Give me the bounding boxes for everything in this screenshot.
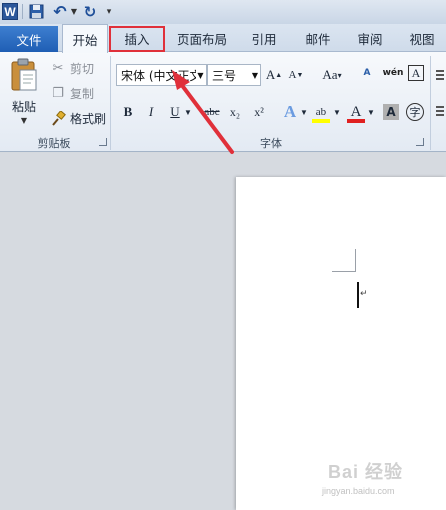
qat-separator (22, 4, 23, 19)
character-shading-button[interactable]: A (383, 104, 399, 120)
customize-qat-icon[interactable]: ▾ (104, 3, 114, 20)
tab-file[interactable]: 文件 (0, 26, 58, 52)
tab-page-layout[interactable]: 页面布局 (170, 24, 234, 52)
align-left-icon-line (436, 114, 444, 116)
scissors-icon: ✂ (52, 60, 64, 76)
cut-button[interactable]: ✂ 剪切 (50, 58, 94, 78)
font-group-label: 字体 (260, 137, 282, 150)
strikethrough-button[interactable]: abc (201, 102, 223, 122)
shrink-font-button[interactable]: A ▼ (286, 65, 306, 85)
font-name-combobox[interactable]: 宋体 (中文正文 ▼ (116, 64, 207, 86)
bullet-list-icon-line (436, 78, 444, 80)
quick-access-toolbar: W ↶ ▼ ↻ ▾ (0, 0, 446, 24)
format-painter-button[interactable]: 格式刷 (50, 108, 106, 128)
paragraph-mark: ↵ (360, 289, 368, 299)
bold-button[interactable]: B (119, 102, 137, 122)
clipboard-group-label: 剪贴板 (37, 137, 71, 150)
phonetic-guide-icon: wén (382, 68, 404, 78)
highlight-dropdown-icon[interactable]: ▼ (333, 102, 341, 122)
watermark-logo: Bai 经验 (328, 462, 404, 482)
font-color-dropdown-icon[interactable]: ▼ (367, 102, 375, 122)
paste-dropdown-icon[interactable]: ▼ (18, 116, 30, 125)
tab-review[interactable]: 审阅 (348, 24, 392, 52)
tab-references[interactable]: 引用 (240, 24, 288, 52)
ribbon-tab-bar: 文件 开始 插入 页面布局 引用 邮件 审阅 视图 (0, 24, 446, 53)
underline-dropdown-icon[interactable]: ▼ (184, 102, 192, 122)
paintbrush-icon (50, 110, 66, 126)
superscript-button[interactable]: x² (250, 102, 268, 122)
group-separator (110, 56, 111, 150)
copy-label: 复制 (70, 86, 95, 101)
font-dialog-launcher-icon[interactable] (416, 138, 424, 146)
character-border-button[interactable]: A (408, 65, 424, 81)
italic-button[interactable]: I (142, 102, 160, 122)
subscript-button[interactable]: x₂ (226, 102, 244, 122)
grow-font-icon: A (265, 67, 276, 82)
font-size-combobox[interactable]: 三号 ▼ (207, 64, 261, 86)
save-icon[interactable] (28, 3, 44, 20)
tab-view[interactable]: 视图 (400, 24, 444, 52)
clear-formatting-icon: A (363, 68, 371, 78)
tab-insert[interactable]: 插入 (112, 24, 162, 52)
redo-icon[interactable]: ↻ (82, 3, 98, 21)
group-separator (430, 56, 431, 150)
clipboard-icon (11, 58, 37, 91)
bullet-list-icon[interactable] (436, 70, 444, 72)
change-case-icon: Aa (322, 67, 338, 82)
text-cursor (357, 282, 359, 308)
copy-button[interactable]: ❐ 复制 (50, 83, 94, 103)
font-size-dropdown-icon[interactable]: ▼ (252, 65, 258, 85)
change-case-button[interactable]: Aa ▾ (318, 65, 346, 85)
cut-label: 剪切 (70, 61, 95, 76)
highlight-color-swatch (312, 119, 330, 123)
watermark-url: jingyan.baidu.com (322, 486, 395, 496)
tab-home[interactable]: 开始 (62, 24, 108, 53)
ribbon-home: 粘贴 ▼ ✂ 剪切 ❐ 复制 格式刷 剪贴板 宋体 (中文正文 ▼ 三号 ▼ A… (0, 52, 446, 152)
font-name-dropdown-icon[interactable]: ▼ (196, 65, 205, 85)
align-left-icon-line (436, 110, 444, 112)
clipboard-dialog-launcher-icon[interactable] (99, 138, 107, 146)
font-size-value: 三号 (212, 68, 237, 83)
align-left-icon[interactable] (436, 106, 444, 108)
undo-icon[interactable]: ↶ (51, 2, 69, 21)
paragraph-group-partial (432, 56, 446, 150)
font-color-swatch (347, 119, 365, 123)
grow-font-button[interactable]: A ▲ (264, 65, 284, 85)
tab-mailings[interactable]: 邮件 (294, 24, 342, 52)
underline-button[interactable]: U (166, 102, 184, 122)
bullet-list-icon-line (436, 74, 444, 76)
paste-button[interactable]: 粘贴 ▼ (4, 56, 44, 130)
margin-corner-mark (332, 271, 356, 272)
paste-label: 粘贴 (11, 100, 36, 114)
font-name-value: 宋体 (中文正文 (121, 68, 202, 83)
word-logo-icon[interactable]: W (2, 3, 18, 20)
character-border-icon: A (411, 65, 421, 80)
format-painter-label: 格式刷 (70, 111, 107, 126)
text-effects-dropdown-icon[interactable]: ▼ (300, 102, 308, 122)
phonetic-guide-button[interactable]: wén (382, 63, 404, 83)
margin-corner-mark (355, 249, 356, 272)
undo-dropdown-icon[interactable]: ▼ (70, 3, 78, 20)
text-effects-button[interactable]: A (280, 102, 300, 122)
enclose-characters-button[interactable]: 字 (406, 103, 424, 121)
baidu-jingyan-watermark: Bai 经验 jingyan.baidu.com (318, 452, 442, 506)
clear-formatting-button[interactable]: A (356, 63, 378, 83)
copy-icon: ❐ (52, 85, 64, 101)
shrink-font-icon: A (288, 69, 297, 81)
